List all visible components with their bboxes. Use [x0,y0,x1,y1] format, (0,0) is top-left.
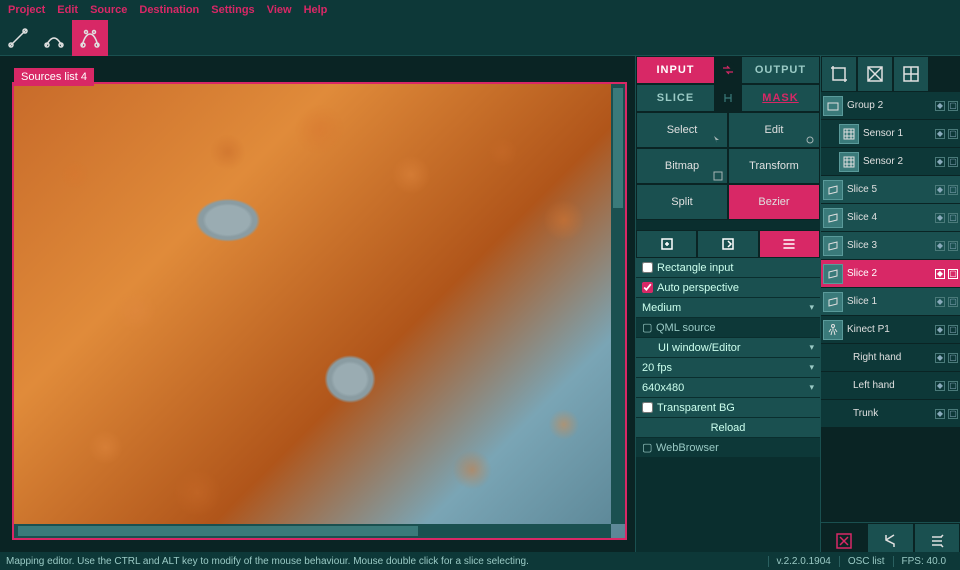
status-fps: FPS: 40.0 [893,556,954,567]
properties-panel: INPUT OUTPUT SLICE MASK Select Edit Bitm… [635,56,820,554]
gear-icon [805,135,815,145]
prop-qml-header[interactable]: ▢QML source [636,318,820,338]
slice-icon [827,268,839,280]
output-tab[interactable]: OUTPUT [741,56,820,84]
cursor-icon [713,135,723,145]
auto-persp-checkbox[interactable] [642,282,653,293]
tool-bitmap[interactable]: Bitmap [636,148,728,184]
line-icon [8,28,28,48]
collapse-icon [927,531,947,551]
layer-sensor-1[interactable]: Sensor 1◆▢ [821,120,960,148]
mask-tab[interactable]: MASK [741,84,820,112]
branch-icon [880,531,900,551]
layer-mesh[interactable] [857,56,893,92]
prop-rectangle-input[interactable]: Rectangle input [636,258,820,278]
prop-qml-editor[interactable]: UI window/Editor [636,338,820,358]
sliders-icon [781,236,797,252]
prop-reload-button[interactable]: Reload [636,418,820,438]
canvas[interactable] [12,82,627,540]
slice-tab[interactable]: SLICE [636,84,715,112]
grid-small-icon [843,156,855,168]
prop-fps[interactable]: 20 fps [636,358,820,378]
import-icon [659,236,675,252]
folder-icon [827,100,839,112]
layer-group-2[interactable]: Group 2◆▢ [821,92,960,120]
menu-project[interactable]: Project [8,4,45,16]
prop-resolution[interactable]: 640x480 [636,378,820,398]
menu-source[interactable]: Source [90,4,127,16]
tool-select[interactable]: Select [636,112,728,148]
menu-help[interactable]: Help [304,4,328,16]
io-swap-icon[interactable] [715,56,741,84]
top-toolbar [0,20,960,56]
skeleton-icon [827,324,839,336]
panel-tab-settings[interactable] [759,230,820,258]
statusbar: Mapping editor. Use the CTRL and ALT key… [0,552,960,570]
status-osc[interactable]: OSC list [839,556,893,567]
prop-auto-perspective[interactable]: Auto perspective [636,278,820,298]
status-hint: Mapping editor. Use the CTRL and ALT key… [6,556,529,567]
sm-swap-icon[interactable] [715,84,741,112]
prop-transparent-bg[interactable]: Transparent BG [636,398,820,418]
prop-quality[interactable]: Medium [636,298,820,318]
layer-kinect[interactable]: Kinect P1◆▢ [821,316,960,344]
scrollbar-vertical[interactable] [611,84,625,524]
panel-tab-import[interactable] [636,230,697,258]
menu-view[interactable]: View [267,4,292,16]
grid-icon [901,64,921,84]
menu-destination[interactable]: Destination [139,4,199,16]
mesh-icon [865,64,885,84]
layer-left-hand[interactable]: Left hand◆▢ [821,372,960,400]
layer-slice-1[interactable]: Slice 1◆▢ [821,288,960,316]
grid-small-icon [843,128,855,140]
prop-web-header[interactable]: ▢WebBrowser [636,438,820,458]
x-square-icon [834,531,854,551]
tool-bezier[interactable]: Bezier [728,184,820,220]
slice-icon [827,212,839,224]
tool-curve[interactable] [36,20,72,56]
tool-edit[interactable]: Edit [728,112,820,148]
tool-transform[interactable]: Transform [728,148,820,184]
slice-icon [827,296,839,308]
layer-slice-5[interactable]: Slice 5◆▢ [821,176,960,204]
trans-bg-checkbox[interactable] [642,402,653,413]
layer-slice-2[interactable]: Slice 2◆▢ [821,260,960,288]
rect-input-checkbox[interactable] [642,262,653,273]
layer-grid[interactable] [893,56,929,92]
image-icon [713,171,723,181]
menubar: Project Edit Source Destination Settings… [0,0,960,20]
curve-icon [44,28,64,48]
layer-slice-4[interactable]: Slice 4◆▢ [821,204,960,232]
slice-icon [827,184,839,196]
tool-split[interactable]: Split [636,184,728,220]
scrollbar-horizontal[interactable] [14,524,611,538]
panel-tab-export[interactable] [697,230,758,258]
layer-right-hand[interactable]: Right hand◆▢ [821,344,960,372]
layer-sensor-2[interactable]: Sensor 2◆▢ [821,148,960,176]
menu-edit[interactable]: Edit [57,4,78,16]
tool-line[interactable] [0,20,36,56]
slice-icon [827,240,839,252]
layer-slice-3[interactable]: Slice 3◆▢ [821,232,960,260]
input-tab[interactable]: INPUT [636,56,715,84]
layers-panel: Group 2◆▢ Sensor 1◆▢ Sensor 2◆▢ Slice 5◆… [820,56,960,554]
layer-trunk[interactable]: Trunk◆▢ [821,400,960,428]
source-label: Sources list 4 [14,68,94,86]
tool-bezier-complex[interactable] [72,20,108,56]
bezier-complex-icon [80,28,100,48]
menu-settings[interactable]: Settings [211,4,254,16]
export-icon [720,236,736,252]
crop-icon [829,64,849,84]
viewport[interactable]: Sources list 4 [0,56,635,554]
layer-crop[interactable] [821,56,857,92]
status-version: v.2.2.0.1904 [768,556,839,567]
